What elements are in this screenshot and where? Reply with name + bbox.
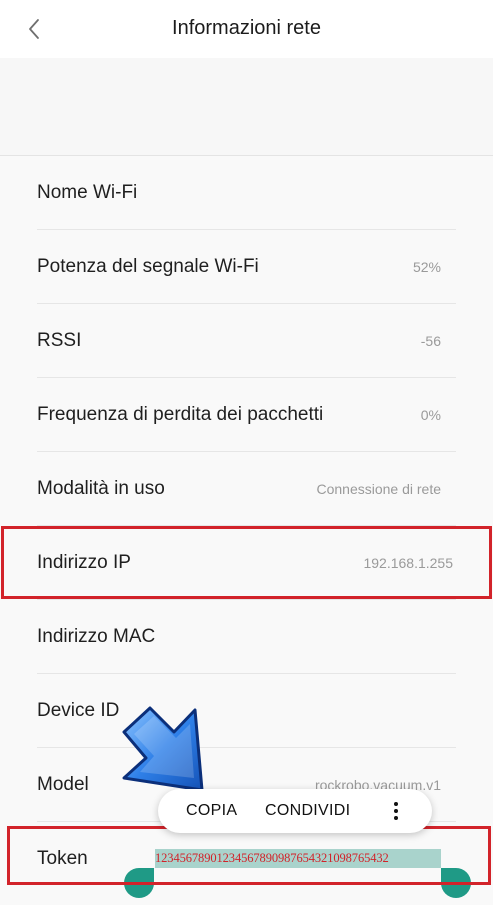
row-ip-address[interactable]: Indirizzo IP 192.168.1.255: [0, 526, 493, 600]
row-label: RSSI: [37, 330, 82, 351]
top-bar: Informazioni rete: [0, 0, 493, 58]
row-value: Connessione di rete: [316, 481, 441, 497]
copy-button[interactable]: COPIA: [186, 789, 237, 833]
text-selection-menu: COPIA CONDIVIDI: [158, 789, 432, 833]
row-label: Device ID: [37, 700, 120, 721]
row-label: Nome Wi-Fi: [37, 182, 138, 203]
row-label: Potenza del segnale Wi-Fi: [37, 256, 259, 277]
row-mode[interactable]: Modalità in uso Connessione di rete: [0, 452, 493, 526]
row-mac-address[interactable]: Indirizzo MAC: [0, 600, 493, 674]
row-wifi-name[interactable]: Nome Wi-Fi: [0, 156, 493, 230]
row-packet-loss[interactable]: Frequenza di perdita dei pacchetti 0%: [0, 378, 493, 452]
share-button[interactable]: CONDIVIDI: [265, 789, 350, 833]
row-rssi[interactable]: RSSI -56: [0, 304, 493, 378]
row-label: Frequenza di perdita dei pacchetti: [37, 404, 324, 425]
row-label: Indirizzo IP: [37, 552, 131, 573]
more-options-icon[interactable]: [386, 789, 406, 833]
selection-handle-end[interactable]: [441, 868, 471, 898]
header-spacer: [0, 58, 493, 156]
row-value: 52%: [412, 259, 441, 275]
selection-handle-start[interactable]: [124, 868, 154, 898]
row-device-id[interactable]: Device ID: [0, 674, 493, 748]
row-label: Modalità in uso: [37, 478, 165, 499]
row-label: Indirizzo MAC: [37, 626, 156, 647]
row-label: Token: [37, 848, 88, 869]
row-signal-strength[interactable]: Potenza del segnale Wi-Fi 52%: [0, 230, 493, 304]
token-value-selected[interactable]: 12345678901234567890987654321098765432: [155, 849, 441, 868]
row-label: Model: [37, 774, 89, 795]
page-title: Informazioni rete: [172, 17, 321, 39]
row-value: 192.168.1.255: [363, 555, 453, 571]
row-value: -56: [420, 333, 441, 349]
row-value: 0%: [420, 407, 441, 423]
